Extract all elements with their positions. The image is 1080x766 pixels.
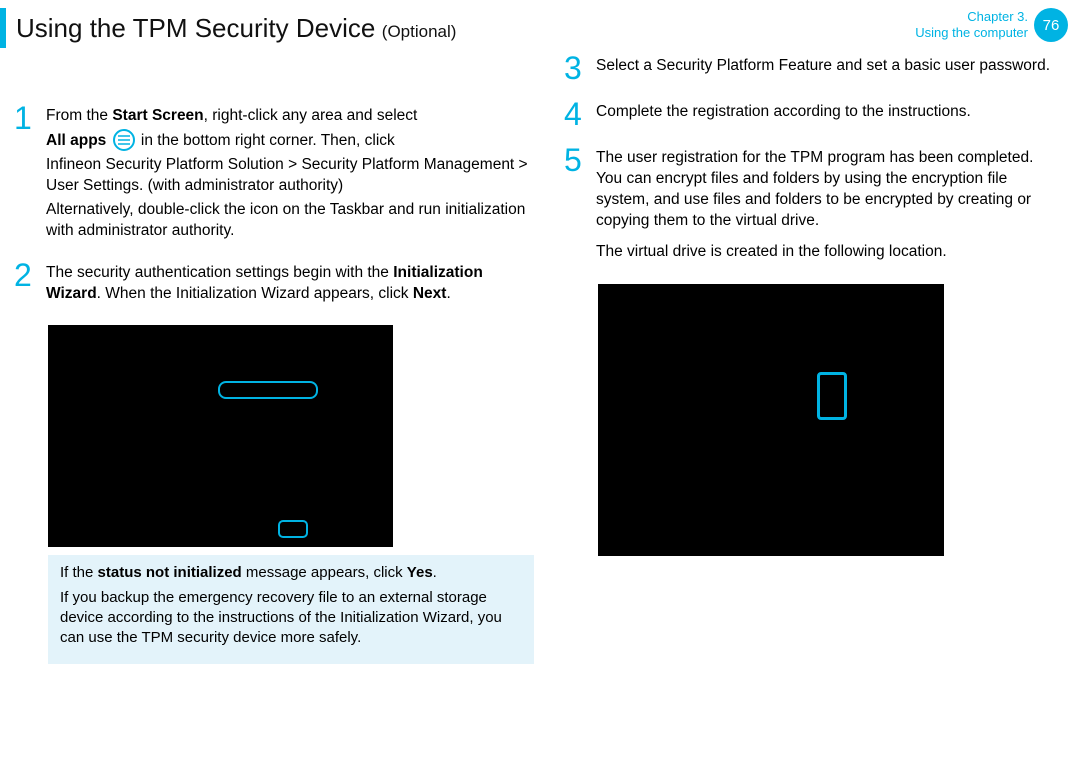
page-title-optional: (Optional) [382,22,457,41]
highlight-device-icon [817,372,847,420]
step-number: 1 [14,102,46,134]
wizard-screenshot-placeholder [48,325,393,547]
step-body: Select a Security Platform Feature and s… [596,56,1050,80]
step-number: 3 [564,52,596,84]
step-number: 5 [564,144,596,176]
page-title: Using the TPM Security Device [16,13,375,43]
text: Select a Security Platform Feature and s… [596,56,1050,77]
step-3: 3 Select a Security Platform Feature and… [564,56,1062,84]
step-body: The user registration for the TPM progra… [596,148,1062,266]
page-number: 76 [1043,17,1060,34]
text-bold: Start Screen [112,107,203,124]
text-bold: All apps [46,132,111,149]
content-columns: 1 From the Start Screen, right-click any… [0,56,1080,674]
text: . When the Initialization Wizard appears… [97,285,413,302]
text: The virtual drive is created in the foll… [596,242,1062,263]
chapter-name: Using the computer [915,25,1028,41]
title-block: Using the TPM Security Device (Optional) [0,8,456,48]
step-4: 4 Complete the registration according to… [564,102,1062,130]
step-2: 2 The security authentication settings b… [14,263,534,308]
chapter-number: Chapter 3. [915,9,1028,25]
highlight-box-icon [218,381,318,399]
step-number: 4 [564,98,596,130]
chapter-info: Chapter 3. Using the computer [915,9,1028,42]
text: Inﬁneon Security Platform Solution > Sec… [46,155,534,197]
highlight-box-icon [278,520,308,538]
text: The user registration for the TPM progra… [596,148,1062,232]
step-body: The security authentication settings beg… [46,263,534,308]
step-1: 1 From the Start Screen, right-click any… [14,106,534,245]
header: Using the TPM Security Device (Optional)… [0,0,1080,56]
text: message appears, click [242,564,407,581]
left-column: 1 From the Start Screen, right-click any… [14,106,534,664]
step-5: 5 The user registration for the TPM prog… [564,148,1062,266]
text: in the bottom right corner. Then, click [141,132,395,149]
text: Alternatively, double-click the [46,201,250,218]
text-bold: Next [413,285,447,302]
text: If you backup the emergency recovery ﬁle… [60,588,522,649]
text: . [446,285,450,302]
page-number-badge: 76 [1034,8,1068,42]
right-column: 3 Select a Security Platform Feature and… [564,106,1062,664]
text: Complete the registration according to t… [596,102,971,123]
title-accent-bar [0,8,6,48]
virtual-drive-screenshot-placeholder [598,284,944,556]
text: From the [46,107,112,124]
text: , right-click any area and select [204,107,418,124]
text: The security authentication settings beg… [46,264,393,281]
text: If the [60,564,98,581]
text: . [433,564,437,581]
all-apps-icon [113,129,135,151]
header-right: Chapter 3. Using the computer 76 [915,8,1068,42]
note-box: If the status not initialized message ap… [48,555,534,664]
step-body: Complete the registration according to t… [596,102,971,126]
text-bold: Yes [407,564,433,581]
text-bold: status not initialized [98,564,242,581]
step-body: From the Start Screen, right-click any a… [46,106,534,245]
step-number: 2 [14,259,46,291]
